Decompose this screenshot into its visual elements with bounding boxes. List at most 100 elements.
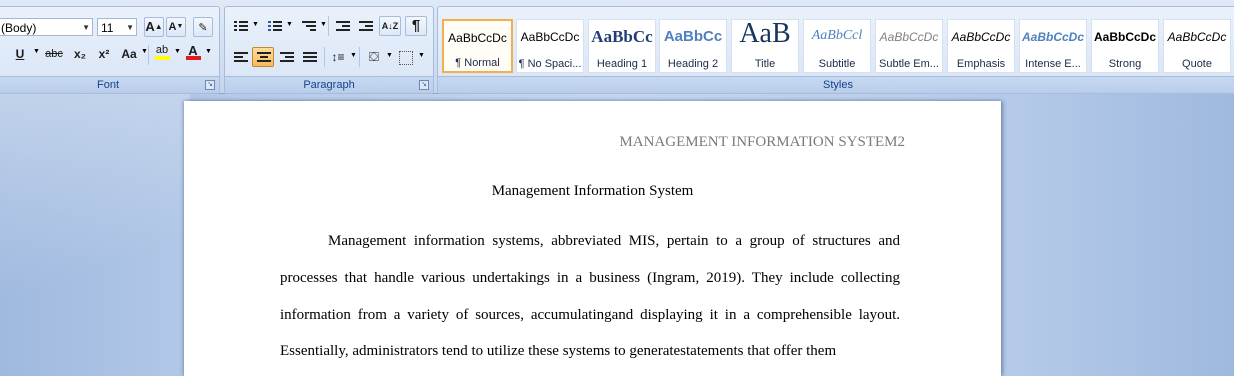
shading-button[interactable]: ⛋ [363,47,385,67]
change-case-button[interactable]: Aa [117,44,141,64]
style-title[interactable]: AaB Title [731,19,799,73]
change-case-label: Aa [121,47,137,61]
superscript-label: x² [98,47,110,61]
body-line[interactable]: Essentially, administrators tend to util… [280,343,836,360]
style-emphasis[interactable]: AaBbCcDc Emphasis [947,19,1015,73]
shrink-arrow-icon: ▼ [176,23,184,30]
style-intense-emphasis[interactable]: AaBbCcDc Intense E... [1019,19,1087,73]
style-name: ¶ No Spaci... [518,58,582,70]
style-name: Strong [1108,58,1142,70]
increase-indent-icon [359,21,373,31]
grow-arrow-icon: ▲ [154,22,163,31]
paragraph-separator-2 [324,47,325,67]
style-strong[interactable]: AaBbCcDc Strong [1091,19,1159,73]
numbering-button[interactable] [263,16,285,36]
style-sample: AaBbCcDc [1021,30,1084,44]
sort-button[interactable]: A↓Z [379,16,401,36]
font-color-bar [186,56,201,60]
styles-group: AaBbCcDc ¶ Normal AaBbCcDc ¶ No Spaci...… [437,6,1234,94]
style-sample: AaBbCcDc [520,30,580,44]
borders-button[interactable] [395,47,417,67]
style-normal[interactable]: AaBbCcDc ¶ Normal [442,19,513,73]
multilevel-list-dropdown-icon[interactable]: ▼ [320,21,327,28]
underline-label: U [15,47,25,61]
change-case-dropdown-icon[interactable]: ▼ [141,48,148,55]
sort-label: A↓Z [381,21,399,31]
numbering-dropdown-icon[interactable]: ▼ [286,21,293,28]
font-group: (Body) ▼ 11 ▼ A▲ A▼ ✎ U ▼ abc x₂ x² Aa ▼… [0,6,220,94]
highlight-dropdown-icon[interactable]: ▼ [174,48,181,55]
style-sample: AaB [739,19,791,49]
decrease-indent-icon [336,21,350,31]
style-sample: AaBbCcDc [879,30,939,44]
align-left-icon [234,52,248,62]
clear-formatting-icon: ✎ [198,22,208,34]
font-size-value: 11 [101,21,114,35]
font-name-dropdown-icon[interactable]: ▼ [82,19,90,37]
justify-button[interactable] [298,47,320,67]
grow-font-button[interactable]: A▲ [144,17,164,37]
subscript-button[interactable]: x₂ [69,44,91,64]
align-center-button[interactable] [252,47,274,67]
font-name-box[interactable]: (Body) ▼ [0,18,93,36]
style-subtle-emphasis[interactable]: AaBbCcDc Subtle Em... [875,19,943,73]
line-spacing-button[interactable]: ↕≡ [327,47,349,67]
decrease-indent-button[interactable] [331,16,353,36]
paragraph-separator-1 [328,16,329,36]
body-line[interactable]: processes that handle various undertakin… [280,270,900,287]
strikethrough-button[interactable]: abc [41,44,67,64]
line-spacing-icon: ↕≡ [331,50,345,64]
show-marks-label: ¶ [411,17,421,34]
highlight-label: ab [155,44,169,56]
superscript-button[interactable]: x² [93,44,115,64]
font-size-dropdown-icon[interactable]: ▼ [126,19,134,37]
style-heading-2[interactable]: AaBbCc Heading 2 [659,19,727,73]
paragraph-dialog-launcher-icon[interactable]: ↘ [419,80,429,90]
document-title[interactable]: Management Information System [184,183,1001,200]
body-line[interactable]: information from a variety of sources, a… [280,307,900,324]
style-subtitle[interactable]: AaBbCcl Subtitle [803,19,871,73]
align-center-icon [257,52,271,62]
font-color-dropdown-icon[interactable]: ▼ [205,48,212,55]
increase-indent-button[interactable] [354,16,376,36]
show-marks-button[interactable]: ¶ [405,16,427,36]
paragraph-separator-3 [359,47,360,67]
body-line[interactable]: Management information systems, abbrevia… [328,233,900,250]
borders-dropdown-icon[interactable]: ▼ [418,52,425,59]
justify-icon [303,52,317,62]
style-sample: AaBbCcDc [951,30,1011,44]
style-quote[interactable]: AaBbCcDc Quote [1163,19,1231,73]
font-name-value: (Body) [1,21,37,35]
page-header[interactable]: MANAGEMENT INFORMATION SYSTEM2 [619,134,905,151]
document-page[interactable]: MANAGEMENT INFORMATION SYSTEM2 Managemen… [184,101,1001,376]
align-right-button[interactable] [275,47,297,67]
strikethrough-label: abc [45,48,63,60]
style-name: Subtitle [818,58,856,70]
underline-button[interactable]: U [9,44,31,64]
bullets-button[interactable] [229,16,251,36]
shading-dropdown-icon[interactable]: ▼ [386,52,393,59]
style-heading-1[interactable]: AaBbCc Heading 1 [588,19,656,73]
style-no-spacing[interactable]: AaBbCcDc ¶ No Spaci... [516,19,584,73]
multilevel-list-button[interactable] [297,16,319,36]
shrink-font-button[interactable]: A▼ [166,17,186,37]
ribbon: (Body) ▼ 11 ▼ A▲ A▼ ✎ U ▼ abc x₂ x² Aa ▼… [0,0,1234,94]
clear-formatting-button[interactable]: ✎ [193,17,213,37]
font-size-box[interactable]: 11 ▼ [97,18,137,36]
style-sample: AaBbCcDc [1167,30,1227,44]
bullets-dropdown-icon[interactable]: ▼ [252,21,259,28]
style-name: Subtle Em... [879,58,939,70]
style-name: Title [754,58,776,70]
align-left-button[interactable] [229,47,251,67]
font-color-button[interactable]: A [183,43,203,63]
numbering-icon [268,21,282,31]
subscript-label: x₂ [73,47,86,61]
underline-dropdown-icon[interactable]: ▼ [33,48,40,55]
highlight-button[interactable]: ab [151,43,173,63]
font-dialog-launcher-icon[interactable]: ↘ [205,80,215,90]
borders-icon [399,51,413,65]
shading-bucket-icon: ⛋ [369,49,379,64]
line-spacing-dropdown-icon[interactable]: ▼ [350,52,357,59]
paragraph-group: ▼ ▼ ▼ A↓Z ¶ ↕≡ ▼ ⛋ ▼ ▼ Paragraph ↘ [224,6,434,94]
paragraph-group-label: Paragraph [225,76,433,93]
